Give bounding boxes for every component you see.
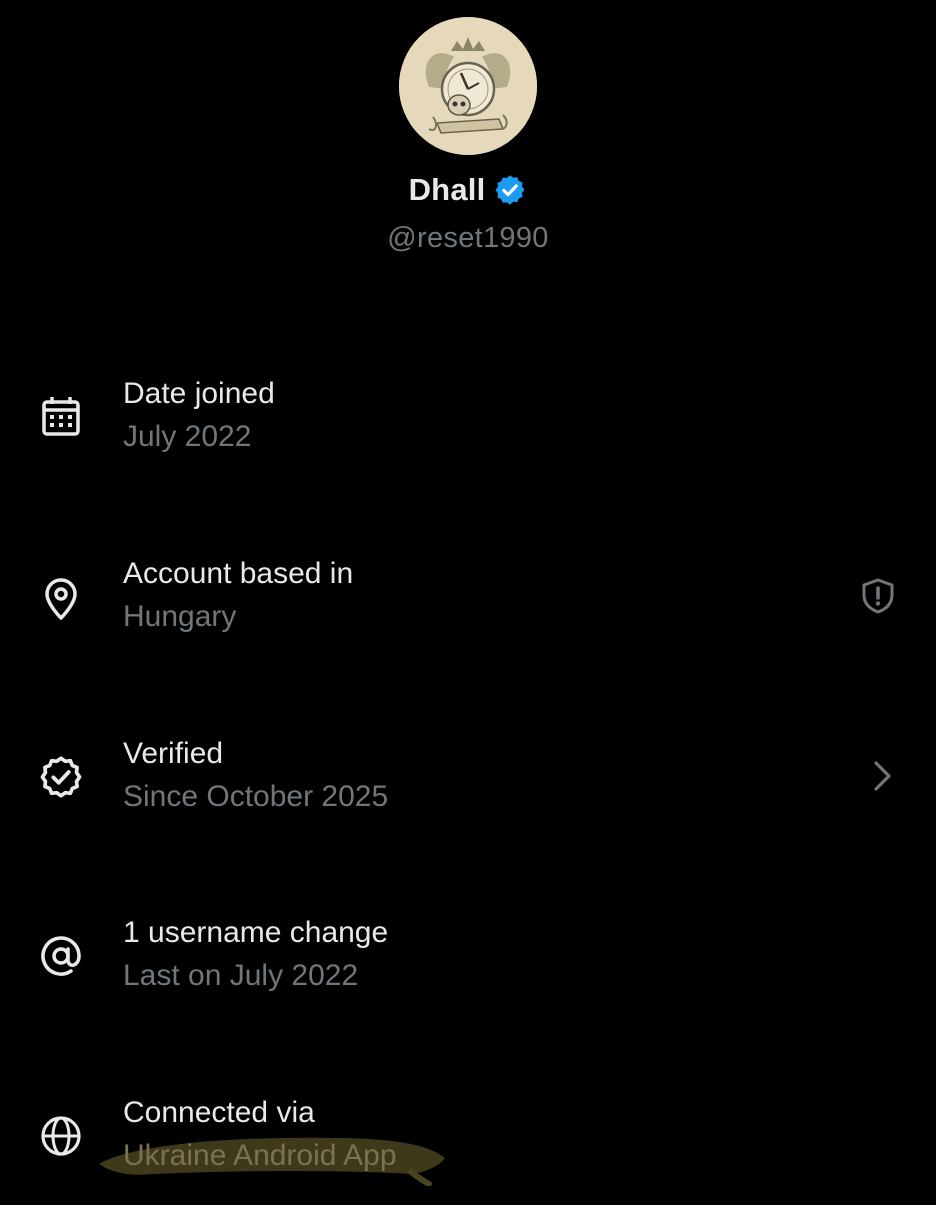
row-subtitle-highlighted: Ukraine Android App (99, 1137, 445, 1186)
row-text: Connected via Ukraine Android App (99, 1095, 445, 1186)
row-subtitle: July 2022 (123, 420, 252, 453)
row-title: Account based in (123, 557, 354, 590)
location-pin-icon (38, 576, 84, 622)
info-row-account-based-in: Account based in Hungary (0, 556, 936, 666)
at-sign-icon (38, 933, 84, 979)
verified-badge-outline-icon (38, 754, 84, 800)
row-title: Date joined (123, 377, 275, 410)
info-row-verified[interactable]: Verified Since October 2025 (0, 736, 936, 846)
highlight-annotation: Ukraine Android App (99, 1137, 445, 1186)
avatar[interactable] (399, 17, 537, 155)
connected-via-value: Ukraine Android App (123, 1139, 397, 1172)
row-text: Date joined July 2022 (123, 376, 275, 455)
shield-alert-icon[interactable] (858, 576, 898, 616)
row-text: Verified Since October 2025 (123, 736, 388, 815)
row-subtitle: Last on July 2022 (123, 959, 359, 992)
row-title: Connected via (123, 1096, 315, 1129)
row-title: Verified (123, 737, 224, 770)
globe-icon (38, 1113, 84, 1159)
info-row-date-joined: Date joined July 2022 (0, 376, 936, 486)
avatar-image (399, 17, 537, 155)
info-row-connected-via: Connected via Ukraine Android App (0, 1095, 936, 1205)
calendar-icon (38, 394, 84, 440)
name-row: Dhall (0, 172, 936, 208)
row-subtitle: Hungary (123, 600, 237, 633)
profile-header: Dhall @reset1990 (0, 0, 936, 280)
display-name: Dhall (408, 172, 486, 207)
row-text: 1 username change Last on July 2022 (123, 915, 388, 994)
verified-badge-icon[interactable] (493, 173, 527, 207)
info-row-username-change: 1 username change Last on July 2022 (0, 915, 936, 1025)
row-subtitle: Since October 2025 (123, 780, 389, 813)
row-title: 1 username change (123, 916, 389, 949)
username-handle: @reset1990 (387, 222, 549, 254)
chevron-right-icon[interactable] (862, 756, 902, 796)
row-text: Account based in Hungary (123, 556, 353, 635)
